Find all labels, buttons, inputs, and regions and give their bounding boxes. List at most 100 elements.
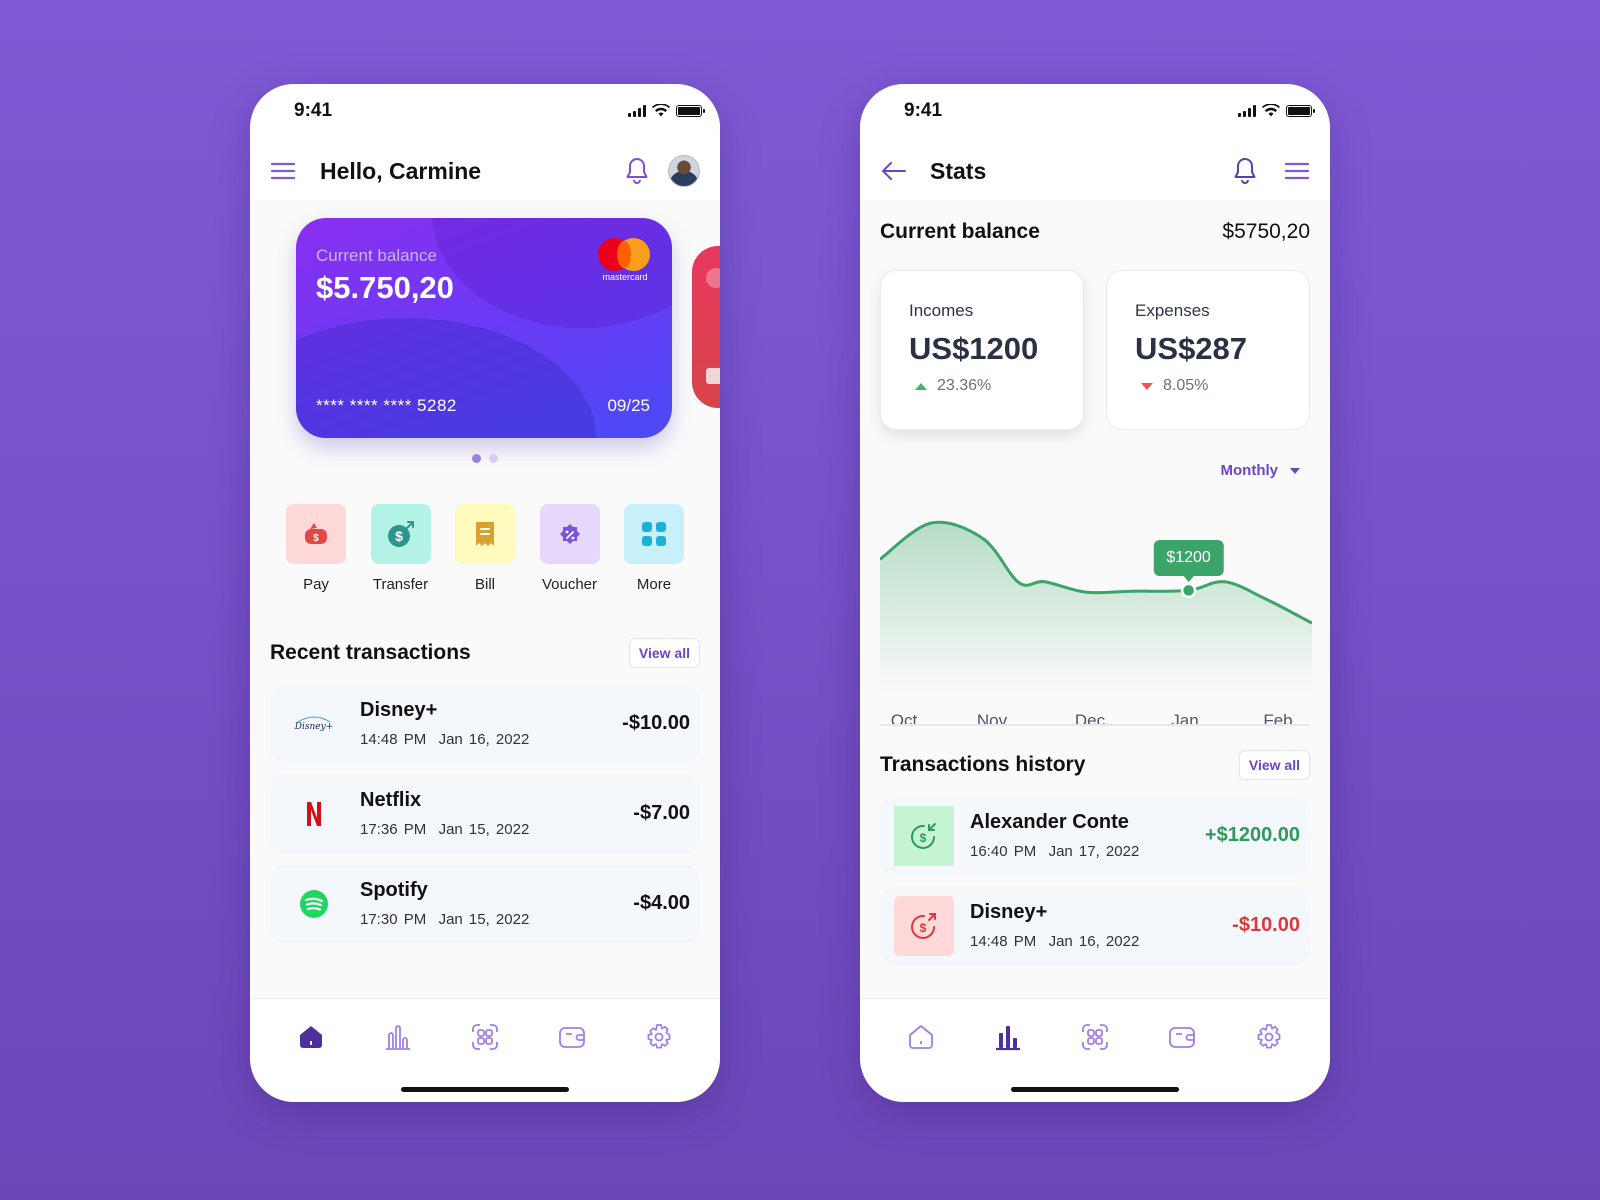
caret-down-icon <box>1290 467 1300 474</box>
hamburger-menu-icon <box>270 162 296 180</box>
pay-tile: $ <box>286 504 346 564</box>
transaction-name: Spotify <box>360 879 428 901</box>
nav-home[interactable] <box>900 1019 942 1055</box>
period-dropdown[interactable]: Monthly <box>1220 462 1300 479</box>
transaction-row[interactable]: Spotify 17:30 PM Jan 15, 2022 -$4.00 <box>270 865 700 943</box>
qr-scan-icon <box>1082 1024 1108 1050</box>
income-chart: Oct Nov Dec Jan Feb $1200 <box>880 494 1312 734</box>
transactions-history-list: $ Alexander Conte 16:40 PM Jan 17, 2022 … <box>880 797 1310 965</box>
back-button[interactable] <box>880 158 908 184</box>
stats-screen: 9:41 Stats Current balance $5750,20 Inco… <box>860 84 1330 1102</box>
transaction-name: Disney+ <box>970 901 1048 923</box>
view-all-button[interactable]: View all <box>1238 750 1310 780</box>
card-balance-label: Current balance <box>316 246 437 265</box>
home-indicator <box>401 1087 569 1092</box>
bottom-navigation <box>250 998 720 1102</box>
nav-stats[interactable] <box>987 1019 1029 1055</box>
period-selected: Monthly <box>1220 462 1279 479</box>
cellular-signal-icon <box>628 104 646 117</box>
svg-text:$: $ <box>395 528 403 544</box>
incomes-value: US$1200 <box>909 331 1039 366</box>
home-screen: 9:41 Hello, Carmine Current balance $5.7… <box>250 84 720 1102</box>
nav-settings[interactable] <box>1248 1019 1290 1055</box>
arrow-left-icon <box>882 162 906 180</box>
trend-up-icon <box>915 382 927 390</box>
page-dot-active[interactable] <box>472 454 481 463</box>
secondary-card-peek[interactable] <box>692 246 720 408</box>
quick-action-label: Bill <box>474 576 495 593</box>
incomes-change: 23.36% <box>915 377 991 395</box>
svg-text:Disney+: Disney+ <box>294 722 333 732</box>
nav-settings[interactable] <box>638 1019 680 1055</box>
wifi-icon <box>1262 104 1280 117</box>
x-tick-label: Feb <box>1263 711 1292 730</box>
status-bar: 9:41 <box>860 84 1330 144</box>
nav-home[interactable] <box>290 1019 332 1055</box>
current-balance-label: Current balance <box>880 220 1040 243</box>
netflix-logo-icon <box>284 784 344 844</box>
grid-icon <box>642 522 666 546</box>
discount-badge-icon <box>559 524 580 544</box>
transaction-datetime: 17:36 PM Jan 15, 2022 <box>360 821 530 838</box>
x-tick-label: Nov <box>977 711 1008 730</box>
page-dot[interactable] <box>489 454 498 463</box>
menu-button[interactable] <box>1284 158 1310 184</box>
transaction-amount: -$10.00 <box>1232 914 1300 936</box>
nav-scan[interactable] <box>1074 1019 1116 1055</box>
chart-highlight-point[interactable] <box>1180 582 1197 599</box>
recent-transactions-header: Recent transactions View all <box>270 638 700 668</box>
bottom-navigation <box>860 998 1330 1102</box>
transaction-amount: +$1200.00 <box>1204 824 1300 846</box>
transaction-amount: -$4.00 <box>633 892 690 914</box>
x-tick-label: Dec <box>1075 711 1106 730</box>
incomes-label: Incomes <box>909 301 974 320</box>
transactions-history-header: Transactions history View all <box>880 750 1310 780</box>
expenses-change: 8.05% <box>1141 377 1208 395</box>
user-avatar[interactable] <box>668 155 700 187</box>
nav-stats[interactable] <box>377 1019 419 1055</box>
home-icon <box>909 1025 933 1049</box>
nav-scan[interactable] <box>464 1019 506 1055</box>
svg-text:$: $ <box>920 831 927 845</box>
quick-action-voucher[interactable]: Voucher <box>538 504 602 593</box>
quick-action-bill[interactable]: Bill <box>453 504 517 593</box>
quick-action-label: Voucher <box>541 576 598 593</box>
quick-action-more[interactable]: More <box>622 504 686 593</box>
transaction-row[interactable]: Netflix 17:36 PM Jan 15, 2022 -$7.00 <box>270 775 700 853</box>
gear-icon <box>1257 1024 1281 1049</box>
trend-down-icon <box>1141 382 1153 390</box>
card-expiry: 09/25 <box>607 396 650 415</box>
spotify-logo-icon <box>284 874 344 934</box>
expenses-value: US$287 <box>1135 331 1248 366</box>
recent-transactions-title: Recent transactions <box>270 641 471 664</box>
money-send-icon: $ <box>911 913 936 939</box>
notifications-button[interactable] <box>624 156 650 186</box>
transaction-name: Alexander Conte <box>970 811 1129 833</box>
quick-actions: $ Pay $ Transfer Bill Voucher More <box>284 504 686 593</box>
transaction-row[interactable]: $ Alexander Conte 16:40 PM Jan 17, 2022 … <box>880 797 1310 875</box>
quick-action-pay[interactable]: $ Pay <box>284 504 348 593</box>
notifications-button[interactable] <box>1232 156 1258 186</box>
balance-card[interactable]: Current balance $5.750,20 mastercard ***… <box>296 218 672 438</box>
expenses-label: Expenses <box>1135 301 1210 320</box>
dollar-send-icon: $ <box>387 521 414 547</box>
quick-action-label: Pay <box>303 576 329 593</box>
menu-button[interactable] <box>270 158 296 184</box>
status-time: 9:41 <box>904 100 943 121</box>
transaction-row[interactable]: Disney+ Disney+ 14:48 PM Jan 16, 2022 -$… <box>270 685 700 763</box>
bar-chart-icon <box>386 1025 410 1050</box>
wallet-icon <box>1169 1027 1195 1048</box>
app-header: Hello, Carmine <box>250 144 720 200</box>
transaction-row[interactable]: $ Disney+ 14:48 PM Jan 16, 2022 -$10.00 <box>880 887 1310 965</box>
expenses-card[interactable]: Expenses US$287 8.05% <box>1106 270 1310 430</box>
transaction-amount: -$10.00 <box>622 712 690 734</box>
view-all-button[interactable]: View all <box>628 638 700 668</box>
chart-tooltip: $1200 <box>1153 540 1224 583</box>
incomes-card[interactable]: Incomes US$1200 23.36% <box>880 270 1084 430</box>
nav-wallet[interactable] <box>1161 1019 1203 1055</box>
x-tick-label: Oct <box>891 711 918 730</box>
battery-icon <box>1286 104 1315 117</box>
quick-action-transfer[interactable]: $ Transfer <box>369 504 433 593</box>
card-carousel[interactable]: Current balance $5.750,20 mastercard ***… <box>250 218 720 463</box>
nav-wallet[interactable] <box>551 1019 593 1055</box>
